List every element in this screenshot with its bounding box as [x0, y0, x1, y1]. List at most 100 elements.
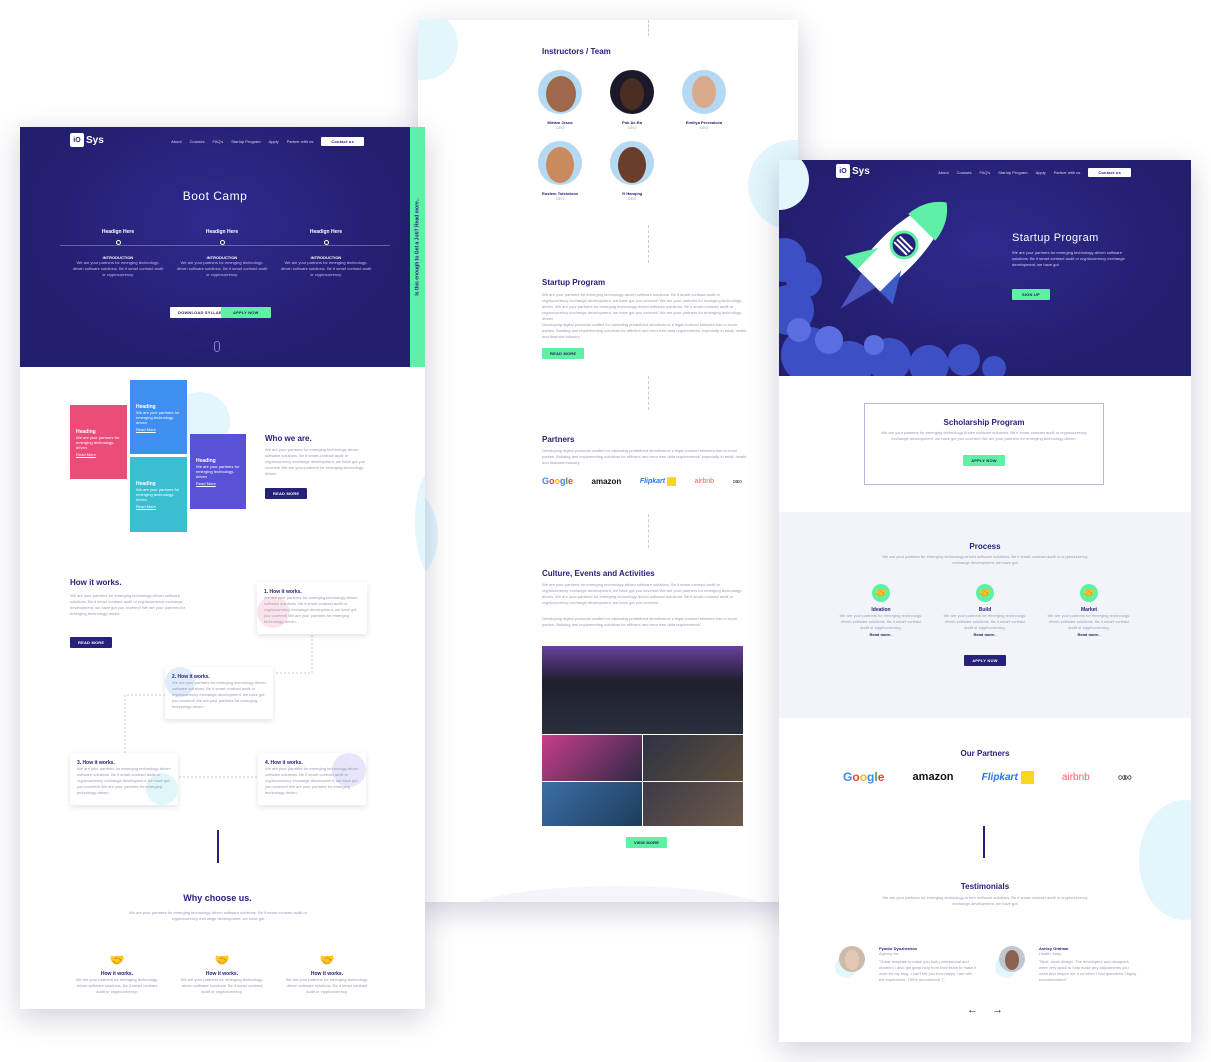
audi-logo: ∞∞	[1117, 770, 1132, 784]
nav-apply[interactable]: Apply	[269, 139, 279, 144]
why-item-text: We are your partners for emerging techno…	[180, 977, 264, 994]
amazon-logo: amazon	[591, 476, 622, 486]
startup-title: Startup Program	[542, 278, 606, 287]
hero: iO Sys About Courses FAQ's Startup Progra…	[779, 160, 1191, 376]
nav-about[interactable]: About	[171, 139, 181, 144]
startup-text: We are your partners for emerging techno…	[542, 292, 743, 321]
tile-link[interactable]: Read More	[196, 481, 240, 486]
culture-text-2: Developing digital protocols crafted for…	[542, 616, 738, 627]
tile-link[interactable]: Read More	[136, 427, 181, 432]
nav-startup[interactable]: Startup Program	[231, 139, 260, 144]
team-member[interactable]: Miriam Jesus CEO	[536, 70, 584, 131]
process-section: Process We are your partners for emergin…	[779, 512, 1191, 718]
process-step-text: We are your partners for emerging techno…	[1047, 613, 1131, 630]
process-step-link[interactable]: Read more..	[839, 632, 923, 637]
team-member-role: CEO	[699, 125, 709, 130]
apply-now-button[interactable]: APPLY NOW	[221, 307, 271, 318]
how-card-text: We are your partners for emerging techno…	[265, 766, 359, 795]
hero: iO Sys About Courses FAQ's Startup Progra…	[20, 127, 410, 367]
arrow-left-icon[interactable]: ←	[967, 1004, 978, 1016]
team-member[interactable]: Yi Hanqing CEO	[608, 141, 656, 202]
feature-tile[interactable]: Heading We are your partners for emergin…	[130, 380, 187, 454]
how-card-text: We are your partners for emerging techno…	[264, 595, 358, 624]
culture-title: Culture, Events and Activities	[542, 569, 655, 578]
google-logo: Google	[542, 476, 574, 486]
process-step: 🤝 Market We are your partners for emergi…	[1047, 584, 1131, 637]
feature-tile[interactable]: Heading We are your partners for emergin…	[70, 405, 127, 479]
step-text: We are your partners for emerging techno…	[280, 260, 372, 277]
tile-link[interactable]: Read More	[76, 452, 121, 457]
feature-tile[interactable]: Heading We are your partners for emergin…	[190, 434, 246, 509]
how-card-text: We are your partners for emerging techno…	[172, 680, 266, 709]
hero-text: We are your partners for emerging techno…	[1012, 250, 1125, 267]
contact-button[interactable]: Contact us	[1088, 168, 1131, 177]
handshake-icon: 🤝	[872, 584, 890, 602]
how-card-text: We are your partners for emerging techno…	[77, 766, 171, 795]
handshake-icon: 🤝	[214, 953, 230, 967]
scholarship-apply-button[interactable]: APPLY NOW	[963, 455, 1005, 466]
sign-up-button[interactable]: SIGN UP	[1012, 289, 1050, 300]
flipkart-logo: Flipkart	[640, 476, 677, 486]
team-member[interactable]: Emiliya Perevalova CEO	[680, 70, 728, 131]
tile-text: We are your partners for emerging techno…	[196, 464, 240, 479]
side-banner[interactable]: Is this enough to Get a Job? Read more..	[410, 127, 425, 367]
process-step-text: We are your partners for emerging techno…	[943, 613, 1027, 630]
airbnb-logo: airbnb	[694, 477, 715, 485]
team-member[interactable]: Rustem Tolstobrov CEO	[536, 141, 584, 202]
logo[interactable]: iO Sys	[70, 133, 104, 147]
team-title: Instructors / Team	[542, 47, 611, 56]
step-heading: Headign Here	[309, 229, 343, 235]
culture-photo-grid	[542, 646, 743, 826]
feature-tile[interactable]: Heading We are your partners for emergin…	[130, 457, 187, 532]
hero-title: Boot Camp	[182, 189, 248, 203]
process-step-link[interactable]: Read more..	[943, 632, 1027, 637]
contact-button[interactable]: Contact us	[321, 137, 364, 146]
handshake-icon: 🤝	[319, 953, 335, 967]
event-photo	[643, 735, 743, 781]
how-card[interactable]: 4. How it works. We are your partners fo…	[258, 753, 366, 805]
how-card[interactable]: 2. How it works. We are your partners fo…	[165, 667, 273, 719]
process-text: We are your partners for emerging techno…	[882, 554, 1088, 565]
scroll-indicator[interactable]	[214, 341, 220, 352]
team-member-role: CEO	[627, 196, 637, 201]
nav-partner[interactable]: Partner with us	[287, 139, 314, 144]
nav-courses[interactable]: Courses	[190, 139, 205, 144]
team-page: Instructors / Team Miriam Jesus CEO Pok …	[418, 20, 798, 902]
tile-link[interactable]: Read More	[136, 504, 181, 509]
process-steps: 🤝 Ideation We are your partners for emer…	[839, 584, 1131, 637]
process-apply-button[interactable]: APPLY NOW	[964, 655, 1006, 666]
process-step-text: We are your partners for emerging techno…	[839, 613, 923, 630]
handshake-icon: 🤝	[976, 584, 994, 602]
view-more-button[interactable]: VIEW MORE	[626, 837, 668, 848]
team-member-role: CEO	[555, 196, 565, 201]
who-read-more-button[interactable]: READ MORE	[265, 488, 308, 499]
avatar	[839, 946, 865, 972]
partner-logos: Google amazon Flipkart airbnb ∞∞	[542, 476, 742, 486]
step-text: We are your partners for emerging techno…	[72, 260, 164, 277]
why-items: 🤝 How it works. We are your partners for…	[72, 953, 372, 995]
nav-partner[interactable]: Partner with us	[1054, 170, 1081, 175]
airbnb-logo: airbnb	[1061, 771, 1090, 783]
main-nav: About Courses FAQ's Startup Program Appl…	[171, 137, 364, 146]
arrow-right-icon[interactable]: →	[992, 1004, 1003, 1016]
scholarship-title: Scholarship Program	[943, 418, 1025, 427]
section-divider	[217, 830, 219, 863]
scholarship-box: Scholarship Program We are your partners…	[864, 403, 1104, 485]
nav-faqs[interactable]: FAQ's	[213, 139, 224, 144]
read-more-button[interactable]: READ MORE	[542, 348, 585, 359]
who-text: We are your partners for emerging techno…	[265, 447, 366, 476]
team-member[interactable]: Pok Ae-Ra CEO	[608, 70, 656, 131]
how-connector-lines	[124, 635, 313, 778]
tile-text: We are your partners for emerging techno…	[76, 435, 120, 450]
testimonial-quote: "Great template to make you look profess…	[879, 959, 977, 982]
why-item-text: We are your partners for emerging techno…	[75, 977, 159, 994]
flipkart-logo: Flipkart	[982, 770, 1034, 784]
nav-apply[interactable]: Apply	[1036, 170, 1046, 175]
how-card[interactable]: 1. How it works. We are your partners fo…	[257, 582, 367, 634]
event-photo	[542, 782, 642, 826]
tile-text: We are your partners for emerging techno…	[136, 487, 180, 502]
avatar	[610, 70, 654, 114]
how-card[interactable]: 3. How it works. We are your partners fo…	[70, 753, 178, 805]
process-step-link[interactable]: Read more..	[1047, 632, 1131, 637]
our-partners-title: Our Partners	[960, 749, 1010, 758]
